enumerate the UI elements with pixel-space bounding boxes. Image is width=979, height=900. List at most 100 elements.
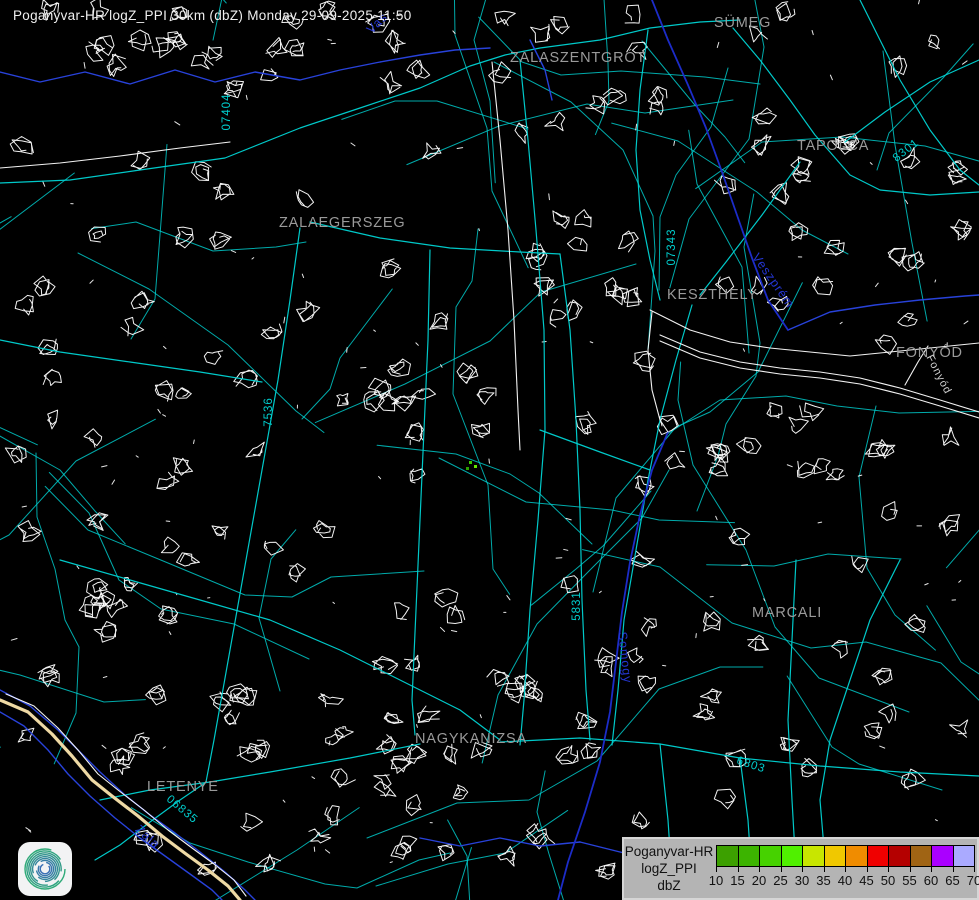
settlement-scribbles-line <box>776 2 795 21</box>
settlement-scribbles-line <box>379 476 381 478</box>
minor-road-network-line <box>131 144 167 339</box>
settlement-scribbles-line <box>880 746 885 748</box>
settlement-scribbles-line <box>385 30 405 53</box>
legend-unit-label: dbZ <box>657 877 680 894</box>
minor-road-network-line <box>377 445 592 544</box>
settlement-scribbles-line <box>605 669 607 672</box>
settlement-scribbles-line <box>638 676 655 693</box>
minor-road-network-line <box>139 808 359 900</box>
minor-road-network-line <box>0 173 74 376</box>
settlement-scribbles <box>5 0 971 879</box>
legend-tick-mark <box>974 867 975 872</box>
settlement-scribbles-line <box>812 30 813 34</box>
city-label: ZALAEGERSZEG <box>279 215 405 231</box>
settlement-scribbles-line <box>18 521 41 542</box>
legend-tick-mark <box>716 867 717 872</box>
settlement-scribbles-line <box>11 638 17 640</box>
river-lines-line <box>420 838 580 846</box>
settlement-scribbles-line <box>550 310 566 328</box>
settlement-scribbles-line <box>400 836 417 853</box>
settlement-scribbles-line <box>444 744 458 764</box>
settlement-scribbles-line <box>709 457 727 475</box>
settlement-scribbles-line <box>942 427 959 445</box>
settlement-scribbles-line <box>830 75 832 80</box>
settlement-scribbles-line <box>619 231 639 252</box>
radar-echo <box>469 461 472 464</box>
settlement-scribbles-line <box>351 143 355 146</box>
railway-lines-line <box>0 142 230 168</box>
minor-road-network-line <box>927 606 979 851</box>
radar-map: ZALASZENTGRÓTSÜMEGTAPOLCAZALAEGERSZEGKES… <box>0 0 979 900</box>
legend-text-column: Poganyvar-HR logZ_PPI dbZ <box>624 839 714 898</box>
settlement-scribbles-line <box>158 409 161 413</box>
radar-legend: Poganyvar-HR logZ_PPI dbZ 10152025303540… <box>622 837 979 900</box>
county-label: Somogy <box>615 631 634 684</box>
settlement-scribbles-line <box>674 141 675 145</box>
settlement-scribbles-line <box>107 54 126 77</box>
minor-road-network-line <box>0 413 37 445</box>
settlement-scribbles-line <box>553 211 569 229</box>
minor-road-network-line <box>670 0 764 288</box>
settlement-scribbles-line <box>568 237 588 251</box>
settlement-scribbles-line <box>858 475 862 476</box>
settlement-scribbles-line <box>22 506 26 507</box>
settlement-scribbles-line <box>77 566 79 569</box>
major-road-network-line <box>0 20 740 183</box>
settlement-scribbles-line <box>440 627 444 631</box>
road-number-label: 8301 <box>891 137 922 165</box>
settlement-scribbles-line <box>554 299 558 303</box>
city-label: ZALASZENTGRÓT <box>510 49 646 66</box>
settlement-scribbles-line <box>372 656 397 673</box>
settlement-scribbles-line <box>905 614 925 632</box>
settlement-scribbles-line <box>329 741 330 745</box>
settlement-scribbles-line <box>411 389 435 399</box>
settlement-scribbles-line <box>813 277 833 295</box>
settlement-scribbles-line <box>603 88 626 105</box>
legend-tick-mark <box>888 867 889 872</box>
settlement-scribbles-line <box>729 528 750 545</box>
legend-color-cell <box>888 845 911 867</box>
road-number-label: 5831 <box>571 591 583 621</box>
settlement-scribbles-line <box>605 278 616 296</box>
settlement-scribbles-line <box>284 317 285 323</box>
settlement-scribbles-line <box>789 417 808 433</box>
settlement-scribbles-line <box>241 813 263 831</box>
settlement-scribbles-line <box>902 252 924 271</box>
settlement-scribbles-line <box>407 60 430 78</box>
settlement-scribbles-line <box>169 632 171 635</box>
settlement-scribbles-line <box>531 24 550 42</box>
settlement-scribbles-line <box>636 124 637 130</box>
legend-color-cell <box>781 845 804 867</box>
legend-color-cell <box>931 845 954 867</box>
settlement-scribbles-line <box>38 339 57 354</box>
settlement-scribbles-line <box>564 549 568 550</box>
settlement-scribbles-line <box>534 278 554 297</box>
settlement-scribbles-line <box>872 668 892 685</box>
settlement-scribbles-line <box>395 603 410 620</box>
settlement-scribbles-line <box>333 602 335 603</box>
legend-tick-mark <box>953 867 954 872</box>
settlement-scribbles-line <box>289 564 306 582</box>
settlement-scribbles-line <box>157 472 179 489</box>
settlement-scribbles-line <box>312 777 315 779</box>
minor-road-network-line <box>883 51 927 321</box>
minor-road-network-line <box>259 530 296 691</box>
major-road-network-line <box>412 250 430 735</box>
city-label: TAPOLCA <box>797 138 869 154</box>
settlement-scribbles-line <box>234 687 257 705</box>
settlement-scribbles-line <box>101 591 114 609</box>
settlement-scribbles-line <box>447 606 465 624</box>
settlement-scribbles-line <box>328 39 332 40</box>
legend-tick-mark <box>781 867 782 872</box>
settlement-scribbles-line <box>480 715 481 718</box>
settlement-scribbles-line <box>86 42 103 61</box>
settlement-scribbles-line <box>800 403 824 421</box>
settlement-scribbles-line <box>457 148 463 149</box>
radar-title: Poganyvar-HR logZ_PPI 30km (dbZ) Monday … <box>13 8 412 23</box>
settlement-scribbles-line <box>929 35 940 49</box>
settlement-scribbles-line <box>905 200 907 204</box>
settlement-scribbles-line <box>128 30 151 51</box>
settlement-scribbles-line <box>959 580 961 582</box>
settlement-scribbles-line <box>701 689 722 703</box>
settlement-scribbles-line <box>380 259 400 278</box>
